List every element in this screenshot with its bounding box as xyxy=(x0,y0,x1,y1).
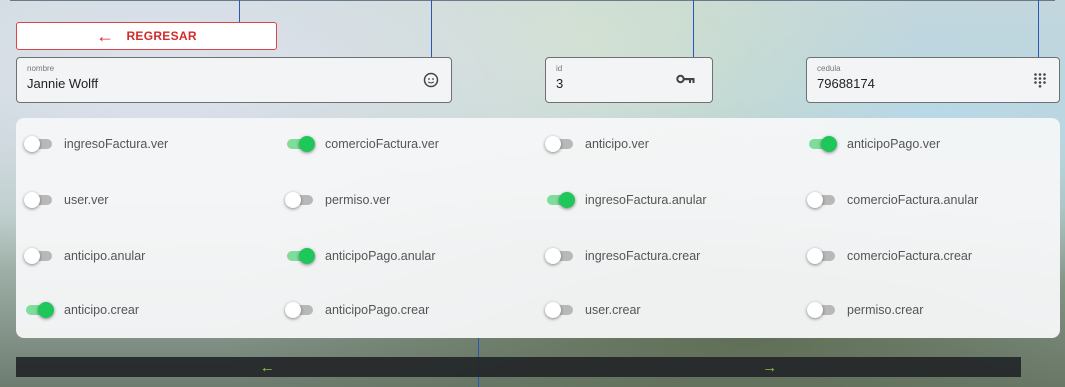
toggle-knob xyxy=(24,136,40,152)
dialpad-icon xyxy=(1033,72,1047,92)
permission-label: anticipo.ver xyxy=(585,137,649,151)
arrow-right-icon: → xyxy=(762,358,778,376)
cedula-label: cedula xyxy=(817,64,841,73)
toggle-switch[interactable] xyxy=(807,248,837,264)
toggle-switch[interactable] xyxy=(24,302,54,318)
toggle-knob xyxy=(285,192,301,208)
toggle-switch[interactable] xyxy=(807,192,837,208)
permission-label: ingresoFactura.anular xyxy=(585,193,707,207)
back-button[interactable]: ← REGRESAR xyxy=(16,22,277,50)
permission-toggle[interactable]: ingresoFactura.anular xyxy=(545,192,707,208)
toggle-switch[interactable] xyxy=(545,248,575,264)
permission-label: anticipo.crear xyxy=(64,303,140,317)
nombre-field[interactable]: nombre Jannie Wolff xyxy=(16,57,452,103)
toggle-knob xyxy=(38,302,54,318)
toggle-switch[interactable] xyxy=(545,136,575,152)
permission-label: anticipoPago.anular xyxy=(325,249,436,263)
permission-toggle[interactable]: user.ver xyxy=(24,192,108,208)
arrow-left-icon: ← xyxy=(96,26,115,46)
cedula-field[interactable]: cedula 79688174 xyxy=(806,57,1060,103)
toggle-knob xyxy=(559,192,575,208)
permission-label: user.ver xyxy=(64,193,109,207)
toggle-knob xyxy=(807,248,823,264)
toggle-switch[interactable] xyxy=(545,302,575,318)
toggle-knob xyxy=(299,136,315,152)
pagination-bar: ← → xyxy=(16,357,1021,377)
user-circle-icon xyxy=(423,72,439,92)
toggle-switch[interactable] xyxy=(285,136,315,152)
key-icon xyxy=(676,72,696,89)
permissions-panel: ingresoFactura.ver comercioFactura.ver a… xyxy=(16,118,1060,338)
permission-label: comercioFactura.anular xyxy=(847,193,979,207)
toggle-knob xyxy=(545,302,561,318)
toggle-knob xyxy=(24,248,40,264)
prev-page-button[interactable]: ← xyxy=(16,357,519,377)
toggle-switch[interactable] xyxy=(807,302,837,318)
permission-toggle[interactable]: user.crear xyxy=(545,302,641,318)
toggle-switch[interactable] xyxy=(24,136,54,152)
toggle-switch[interactable] xyxy=(545,192,575,208)
permission-toggle[interactable]: permiso.crear xyxy=(807,302,923,318)
toggle-knob xyxy=(545,248,561,264)
permission-label: anticipoPago.crear xyxy=(325,303,430,317)
permission-toggle[interactable]: anticipoPago.crear xyxy=(285,302,429,318)
permission-label: ingresoFactura.ver xyxy=(64,137,169,151)
permission-label: anticipo.anular xyxy=(64,249,146,263)
permission-label: comercioFactura.ver xyxy=(325,137,439,151)
toggle-switch[interactable] xyxy=(24,248,54,264)
toggle-switch[interactable] xyxy=(24,192,54,208)
permission-toggle[interactable]: anticipoPago.ver xyxy=(807,136,940,152)
toggle-switch[interactable] xyxy=(285,248,315,264)
permission-toggle[interactable]: permiso.ver xyxy=(285,192,390,208)
toggle-switch[interactable] xyxy=(285,302,315,318)
toggle-knob xyxy=(24,192,40,208)
permission-label: anticipoPago.ver xyxy=(847,137,941,151)
arrow-left-icon: ← xyxy=(259,358,275,376)
toggle-knob xyxy=(807,192,823,208)
permission-toggle[interactable]: anticipo.crear xyxy=(24,302,139,318)
permission-toggle[interactable]: comercioFactura.crear xyxy=(807,248,972,264)
permission-toggle[interactable]: ingresoFactura.crear xyxy=(545,248,700,264)
toggle-knob xyxy=(285,302,301,318)
permission-label: permiso.ver xyxy=(325,193,391,207)
permission-label: user.crear xyxy=(585,303,641,317)
nombre-value: Jannie Wolff xyxy=(27,76,99,91)
top-frame-line xyxy=(10,0,1055,1)
back-button-label: REGRESAR xyxy=(126,29,197,43)
toggle-knob xyxy=(807,302,823,318)
toggle-knob xyxy=(545,136,561,152)
permission-toggle[interactable]: anticipo.anular xyxy=(24,248,145,264)
next-page-button[interactable]: → xyxy=(519,357,1022,377)
permission-toggle[interactable]: comercioFactura.anular xyxy=(807,192,978,208)
id-field[interactable]: id 3 xyxy=(545,57,713,103)
toggle-knob xyxy=(299,248,315,264)
permission-toggle[interactable]: ingresoFactura.ver xyxy=(24,136,168,152)
permission-label: permiso.crear xyxy=(847,303,924,317)
permission-label: ingresoFactura.crear xyxy=(585,249,701,263)
permission-toggle[interactable]: comercioFactura.ver xyxy=(285,136,439,152)
toggle-switch[interactable] xyxy=(285,192,315,208)
toggle-knob xyxy=(821,136,837,152)
permission-toggle[interactable]: anticipo.ver xyxy=(545,136,649,152)
cedula-value: 79688174 xyxy=(817,76,875,91)
permission-label: comercioFactura.crear xyxy=(847,249,973,263)
toggle-switch[interactable] xyxy=(807,136,837,152)
nombre-label: nombre xyxy=(27,64,55,73)
permission-toggle[interactable]: anticipoPago.anular xyxy=(285,248,436,264)
